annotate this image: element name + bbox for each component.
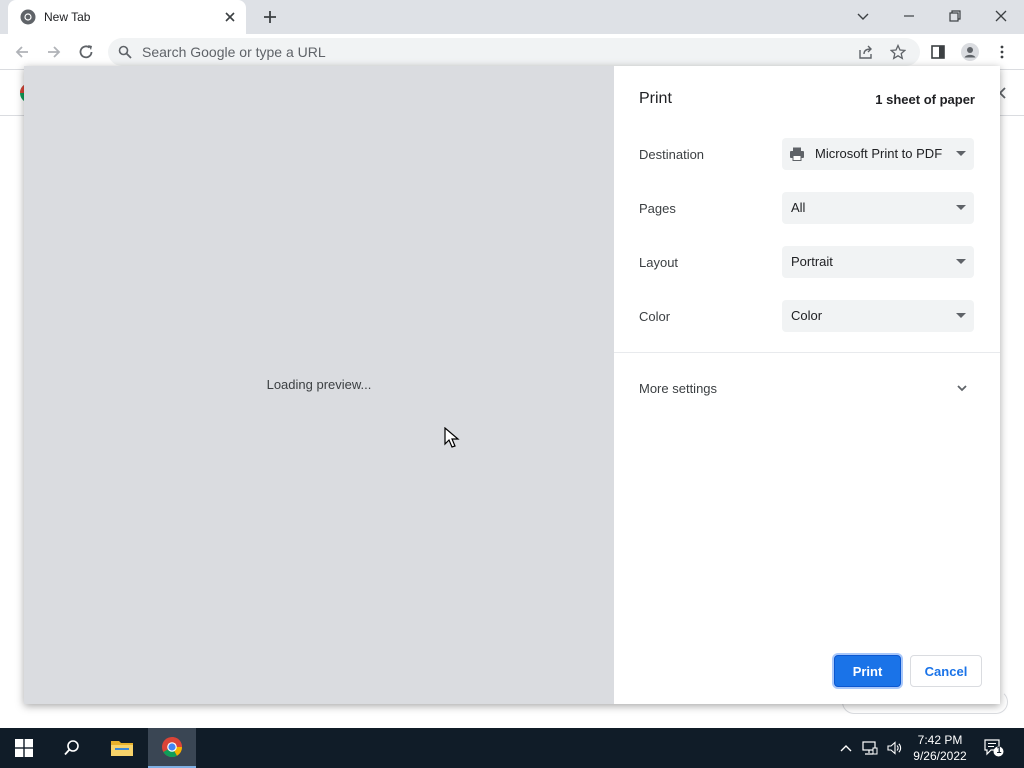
settings-divider bbox=[614, 352, 1000, 353]
color-select[interactable]: Color bbox=[782, 300, 974, 332]
tab-new-tab[interactable]: New Tab bbox=[8, 0, 246, 34]
taskbar-search-button[interactable] bbox=[48, 728, 96, 768]
back-arrow-icon[interactable] bbox=[12, 42, 32, 62]
print-dialog: Loading preview... Print 1 sheet of pape… bbox=[24, 66, 1000, 704]
tab-strip: New Tab bbox=[0, 0, 1024, 34]
destination-select[interactable]: Microsoft Print to PDF bbox=[782, 138, 974, 170]
pages-value: All bbox=[791, 200, 806, 215]
start-button[interactable] bbox=[0, 728, 48, 768]
windows-taskbar: 7:42 PM 9/26/2022 1 bbox=[0, 728, 1024, 768]
forward-arrow-icon[interactable] bbox=[44, 42, 64, 62]
layout-label: Layout bbox=[639, 255, 679, 270]
cancel-button[interactable]: Cancel bbox=[910, 655, 982, 687]
file-explorer-button[interactable] bbox=[98, 728, 146, 768]
pages-label: Pages bbox=[639, 201, 676, 216]
clock-date: 9/26/2022 bbox=[913, 749, 967, 763]
layout-select[interactable]: Portrait bbox=[782, 246, 974, 278]
print-title: Print bbox=[639, 90, 672, 107]
tab-search-chevron-icon[interactable] bbox=[852, 5, 874, 27]
destination-label: Destination bbox=[639, 147, 705, 162]
tray-overflow-chevron-icon[interactable] bbox=[838, 740, 854, 756]
mouse-cursor-icon bbox=[444, 427, 460, 448]
preview-loading-text: Loading preview... bbox=[266, 377, 372, 392]
minimize-icon[interactable] bbox=[898, 5, 920, 27]
profile-avatar-icon[interactable] bbox=[960, 42, 980, 62]
network-icon[interactable] bbox=[862, 740, 878, 756]
dropdown-arrow-icon bbox=[956, 259, 966, 264]
chevron-down-icon bbox=[957, 385, 967, 392]
new-tab-plus-icon[interactable] bbox=[260, 7, 280, 27]
destination-value: Microsoft Print to PDF bbox=[815, 146, 943, 161]
print-preview-area: Loading preview... bbox=[24, 66, 614, 704]
notification-count-badge: 1 bbox=[996, 745, 1002, 755]
chrome-taskbar-button[interactable] bbox=[148, 728, 196, 768]
side-panel-icon[interactable] bbox=[928, 42, 948, 62]
restore-icon[interactable] bbox=[944, 5, 966, 27]
chrome-favicon-icon bbox=[20, 9, 36, 25]
layout-value: Portrait bbox=[791, 254, 833, 269]
sheet-count: 1 sheet of paper bbox=[875, 92, 975, 107]
search-icon bbox=[118, 45, 132, 59]
print-button[interactable]: Print bbox=[834, 655, 901, 687]
dropdown-arrow-icon bbox=[956, 313, 966, 318]
close-window-icon[interactable] bbox=[990, 5, 1012, 27]
taskbar-clock[interactable]: 7:42 PM 9/26/2022 bbox=[906, 732, 974, 764]
windows-logo-icon bbox=[15, 739, 33, 757]
kebab-menu-icon[interactable] bbox=[992, 42, 1012, 62]
color-value: Color bbox=[791, 308, 823, 323]
dropdown-arrow-icon bbox=[956, 205, 966, 210]
clock-time: 7:42 PM bbox=[917, 733, 963, 747]
pages-select[interactable]: All bbox=[782, 192, 974, 224]
omnibox-input[interactable] bbox=[142, 42, 832, 62]
search-icon bbox=[64, 740, 79, 756]
printer-icon bbox=[790, 147, 804, 161]
bookmark-star-icon[interactable] bbox=[888, 42, 908, 62]
folder-icon bbox=[111, 741, 133, 756]
browser-toolbar bbox=[0, 34, 1024, 70]
share-icon[interactable] bbox=[856, 42, 876, 62]
omnibox[interactable] bbox=[108, 38, 920, 66]
more-settings-toggle[interactable]: More settings bbox=[614, 372, 1000, 404]
tab-title: New Tab bbox=[44, 10, 91, 24]
more-settings-label: More settings bbox=[639, 381, 718, 396]
notification-center-button[interactable]: 1 bbox=[984, 739, 1004, 757]
print-settings-panel: Print 1 sheet of paper Destination Micro… bbox=[614, 66, 1000, 704]
close-tab-icon[interactable] bbox=[222, 9, 238, 25]
chrome-logo-icon bbox=[162, 737, 183, 758]
volume-icon[interactable] bbox=[886, 740, 902, 756]
dropdown-arrow-icon bbox=[956, 151, 966, 156]
reload-icon[interactable] bbox=[76, 42, 96, 62]
color-label: Color bbox=[639, 309, 671, 324]
